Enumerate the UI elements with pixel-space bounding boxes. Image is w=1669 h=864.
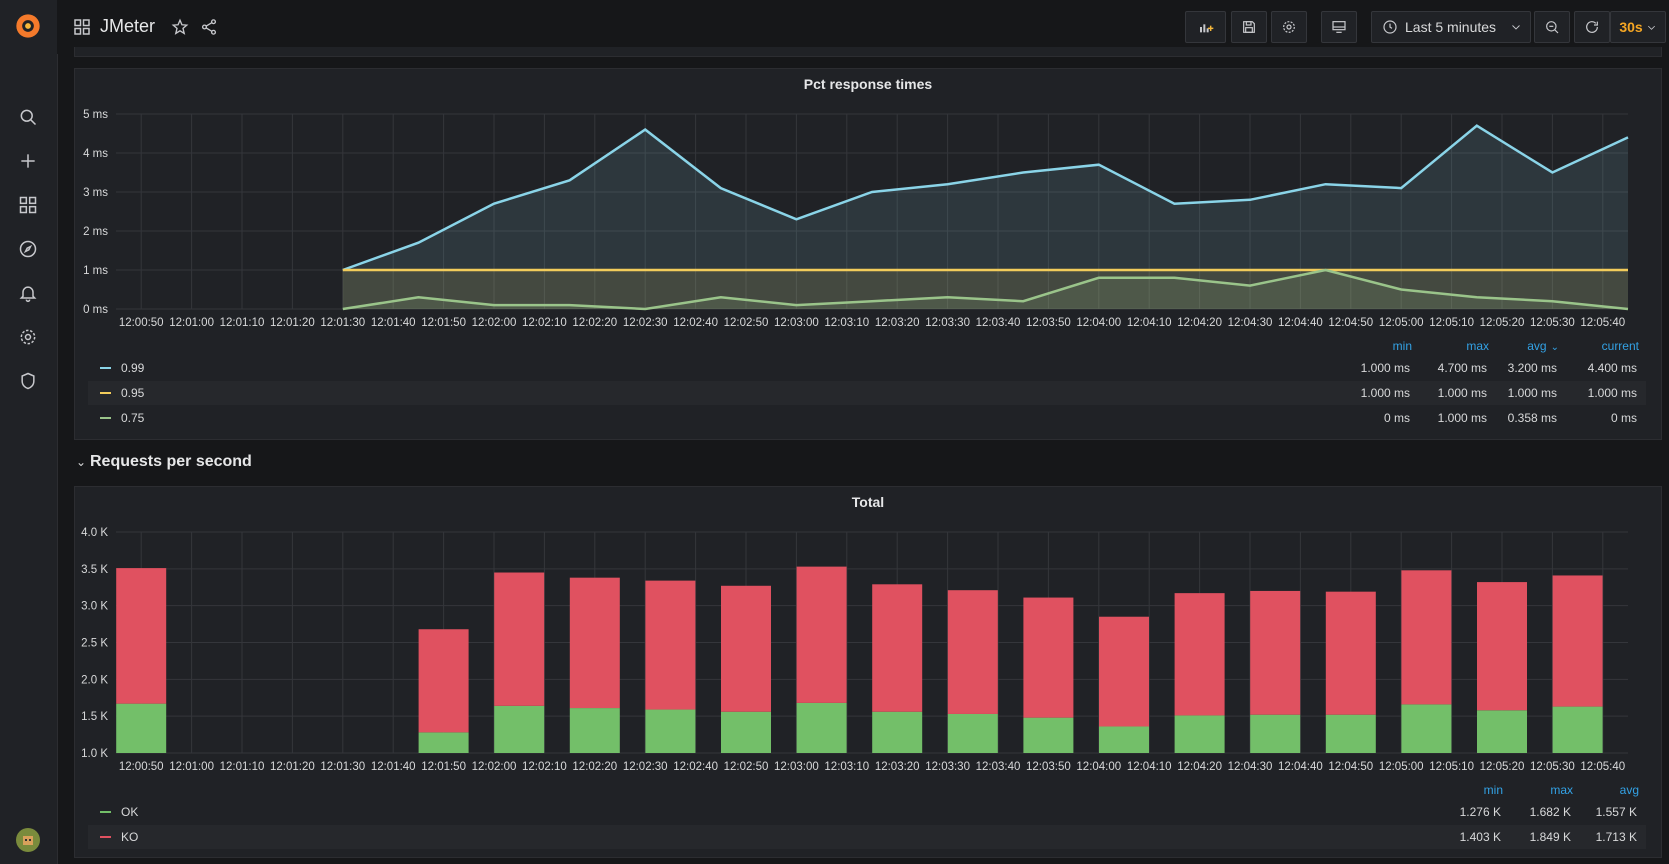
legend-value-current: 0 ms bbox=[1610, 411, 1637, 425]
legend-series-name: OK bbox=[121, 805, 139, 819]
legend-series-swatch bbox=[100, 367, 111, 369]
settings-button[interactable] bbox=[1271, 11, 1307, 43]
dashboards-icon[interactable] bbox=[14, 191, 42, 219]
refresh-button[interactable] bbox=[1574, 11, 1610, 43]
row-title[interactable]: Requests per second bbox=[90, 453, 252, 471]
legend-row[interactable]: KO 1.403 K 1.849 K 1.713 K bbox=[88, 825, 1646, 849]
avatar[interactable] bbox=[14, 826, 42, 854]
legend-series-name: 0.99 bbox=[121, 361, 145, 375]
legend-value-avg: 1.713 K bbox=[1595, 830, 1637, 844]
legend-value-avg: 1.000 ms bbox=[1507, 386, 1557, 400]
chevron-down-icon bbox=[1647, 25, 1655, 30]
bell-icon[interactable] bbox=[14, 279, 42, 307]
dashboard-grid-icon bbox=[74, 19, 90, 38]
add-panel-button[interactable] bbox=[1185, 11, 1226, 43]
legend-value-max: 1.000 ms bbox=[1437, 411, 1487, 425]
grafana-logo-icon[interactable] bbox=[14, 12, 42, 40]
panel-top-edge bbox=[74, 47, 1662, 57]
legend-value-avg: 3.200 ms bbox=[1507, 361, 1557, 375]
sort-chevron-down-icon: ⌄ bbox=[1550, 342, 1559, 353]
legend-row[interactable]: 0.95 1.000 ms 1.000 ms 1.000 ms 1.000 ms bbox=[88, 381, 1646, 405]
legend-header-avg[interactable]: avg ⌄ bbox=[1527, 339, 1559, 353]
gear-icon[interactable] bbox=[14, 323, 42, 351]
legend-value-min: 1.276 K bbox=[1459, 805, 1501, 819]
sidebar bbox=[0, 0, 58, 864]
legend-series-name: 0.75 bbox=[121, 411, 145, 425]
zoom-out-button[interactable] bbox=[1534, 11, 1570, 43]
legend-value-current: 1.000 ms bbox=[1587, 386, 1637, 400]
legend-value-avg: 0.358 ms bbox=[1507, 411, 1557, 425]
legend-value-min: 1.403 K bbox=[1459, 830, 1501, 844]
legend-value-min: 1.000 ms bbox=[1360, 361, 1410, 375]
time-range-label: Last 5 minutes bbox=[1405, 19, 1497, 35]
search-icon[interactable] bbox=[14, 103, 42, 131]
legend2-header-min[interactable]: min bbox=[1484, 783, 1503, 797]
legend-series-name: KO bbox=[121, 830, 139, 844]
legend-series-swatch bbox=[100, 392, 111, 394]
row-collapse-chevron-icon[interactable]: ⌄ bbox=[76, 455, 86, 469]
legend-header-current[interactable]: current bbox=[1602, 339, 1639, 353]
refresh-interval-label: 30s bbox=[1619, 19, 1643, 35]
shield-icon[interactable] bbox=[14, 367, 42, 395]
legend-value-min: 1.000 ms bbox=[1360, 386, 1410, 400]
legend-series-swatch bbox=[100, 811, 111, 813]
legend-series-swatch bbox=[100, 836, 111, 838]
top-navbar: JMeter Last 5 minutes 30s bbox=[57, 0, 1669, 54]
legend-value-max: 1.000 ms bbox=[1437, 386, 1487, 400]
chevron-down-icon bbox=[1512, 25, 1520, 30]
legend-header-min[interactable]: min bbox=[1393, 339, 1412, 353]
share-icon[interactable] bbox=[200, 18, 218, 39]
legend-value-max: 4.700 ms bbox=[1437, 361, 1487, 375]
clock-icon bbox=[1383, 20, 1397, 34]
plus-icon[interactable] bbox=[14, 147, 42, 175]
panel-title[interactable]: Pct response times bbox=[75, 76, 1661, 92]
cycle-view-mode-button[interactable] bbox=[1321, 11, 1357, 43]
legend-value-avg: 1.557 K bbox=[1595, 805, 1637, 819]
dashboard-title[interactable]: JMeter bbox=[100, 16, 155, 37]
refresh-interval-picker[interactable]: 30s bbox=[1610, 11, 1666, 43]
legend-series-swatch bbox=[100, 417, 111, 419]
star-icon[interactable] bbox=[171, 18, 189, 39]
legend-value-max: 1.849 K bbox=[1529, 830, 1571, 844]
legend-header-avg-label: avg bbox=[1527, 339, 1547, 353]
legend-row[interactable]: OK 1.276 K 1.682 K 1.557 K bbox=[88, 800, 1646, 824]
legend-value-min: 0 ms bbox=[1383, 411, 1410, 425]
legend-header-max[interactable]: max bbox=[1466, 339, 1489, 353]
legend-row[interactable]: 0.99 1.000 ms 4.700 ms 3.200 ms 4.400 ms bbox=[88, 356, 1646, 380]
time-picker[interactable]: Last 5 minutes bbox=[1371, 11, 1531, 43]
legend2-header-max[interactable]: max bbox=[1550, 783, 1573, 797]
legend-value-max: 1.682 K bbox=[1529, 805, 1571, 819]
compass-icon[interactable] bbox=[14, 235, 42, 263]
save-dashboard-button[interactable] bbox=[1231, 11, 1267, 43]
legend-row[interactable]: 0.75 0 ms 1.000 ms 0.358 ms 0 ms bbox=[88, 406, 1646, 430]
panel-title[interactable]: Total bbox=[75, 494, 1661, 510]
legend-series-name: 0.95 bbox=[121, 386, 145, 400]
legend2-header-avg[interactable]: avg bbox=[1620, 783, 1639, 797]
legend-value-current: 4.400 ms bbox=[1587, 361, 1637, 375]
